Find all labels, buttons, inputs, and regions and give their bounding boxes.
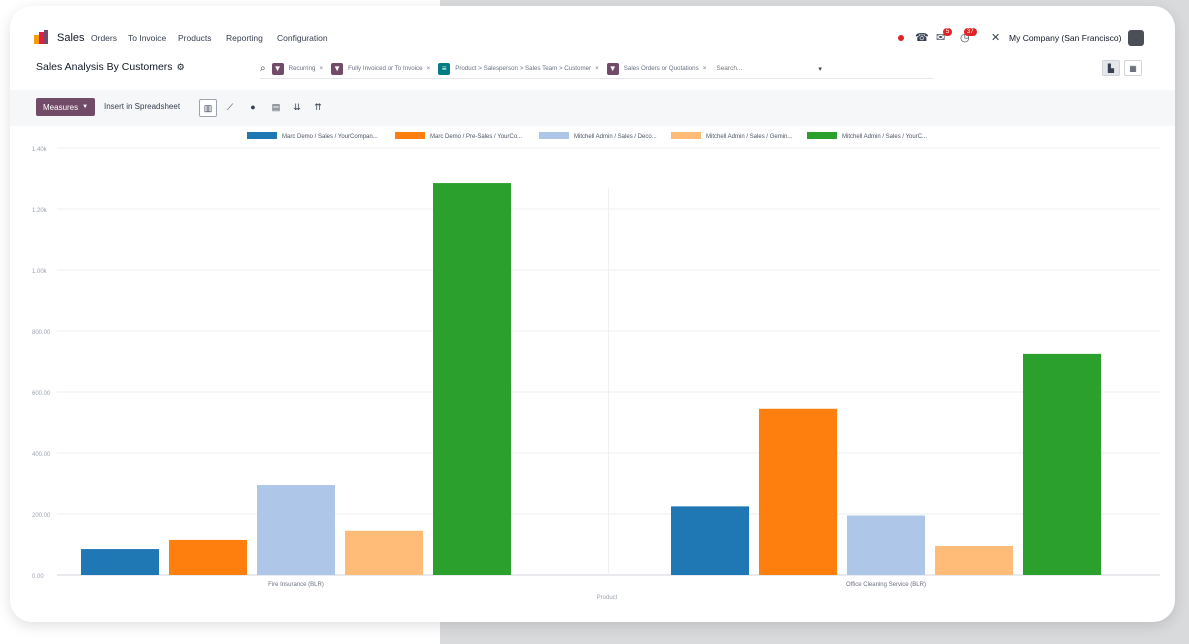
- app-window: Sales Orders To Invoice Products Reporti…: [10, 6, 1175, 622]
- y-tick-label: 200.00: [32, 513, 51, 519]
- app-logo[interactable]: [34, 30, 48, 44]
- facet-groupby[interactable]: ≡ Product > Salesperson > Sales Team > C…: [438, 62, 599, 75]
- remove-facet-icon[interactable]: ×: [595, 65, 599, 72]
- stacked-icon: ▤: [271, 101, 281, 112]
- facet-label: Sales Orders or Quotations: [623, 65, 699, 72]
- legend-swatch: [247, 132, 277, 139]
- user-avatar[interactable]: [1128, 30, 1144, 46]
- y-tick-label: 0.00: [32, 574, 44, 580]
- legend-swatch: [539, 132, 569, 139]
- facet-label: Recurring: [288, 65, 316, 72]
- company-switcher[interactable]: My Company (San Francisco): [1009, 33, 1121, 43]
- filter-icon: ▼: [606, 62, 619, 75]
- tools-icon[interactable]: ✕: [991, 32, 1000, 44]
- view-title-container: Sales Analysis By Customers ⚙: [36, 61, 185, 73]
- search-input[interactable]: [714, 64, 789, 73]
- y-tick-label: 1.20k: [32, 208, 48, 214]
- menu-products[interactable]: Products: [178, 33, 212, 43]
- legend-label: Mitchell Admin / Sales / Gemin...: [706, 134, 793, 140]
- search-bar[interactable]: ⌕ ▼ Recurring × ▼ Fully Invoiced or To In…: [260, 59, 934, 79]
- y-tick-label: 800.00: [32, 330, 51, 336]
- app-name[interactable]: Sales: [57, 32, 85, 44]
- facet-invoiced[interactable]: ▼ Fully Invoiced or To Invoice ×: [331, 62, 431, 75]
- remove-facet-icon[interactable]: ×: [319, 65, 323, 72]
- bar-chart-icon: ▙: [1107, 63, 1115, 73]
- bar-2-2: [759, 408, 837, 575]
- insert-spreadsheet-button[interactable]: Insert in Spreadsheet: [104, 102, 180, 111]
- legend-swatch: [807, 132, 837, 139]
- legend-swatch: [395, 132, 425, 139]
- filter-icon: ▼: [331, 62, 344, 75]
- chart-area: 0.00 200.00 400.00 600.00 800.00 1.00k 1.20k 1.…: [10, 126, 1175, 622]
- y-tick-label: 600.00: [32, 391, 51, 397]
- facet-label: Product > Salesperson > Sales Team > Cus…: [455, 65, 592, 72]
- bar-1-2: [671, 506, 749, 575]
- activity-badge: 37: [963, 27, 977, 36]
- remove-facet-icon[interactable]: ×: [427, 65, 431, 72]
- facet-recurring[interactable]: ▼ Recurring ×: [271, 62, 323, 75]
- y-tick-label: 1.00k: [32, 269, 48, 275]
- sort-descending-button[interactable]: ⇊: [289, 99, 305, 115]
- table-icon: ▦: [1129, 63, 1137, 73]
- measures-button[interactable]: Measures ▼: [36, 98, 96, 116]
- y-tick-label: 400.00: [32, 452, 51, 458]
- messaging-icon[interactable]: ✉ 5: [936, 27, 953, 44]
- sort-ascending-button[interactable]: ⇈: [310, 99, 326, 115]
- menu-to-invoice[interactable]: To Invoice: [128, 33, 166, 43]
- pie-chart-button[interactable]: ●: [245, 99, 261, 115]
- facet-label: Fully Invoiced or To Invoice: [348, 65, 423, 72]
- gear-icon[interactable]: ⚙: [177, 62, 185, 73]
- menu-orders[interactable]: Orders: [91, 33, 117, 43]
- page-title: Sales Analysis By Customers: [36, 61, 173, 73]
- pivot-view-button[interactable]: ▦: [1124, 60, 1142, 76]
- legend-label: Marc Demo / Sales / YourCompan...: [282, 134, 378, 140]
- bar-5-1: [433, 183, 511, 575]
- bar-1-1: [81, 549, 159, 575]
- groupby-icon: ≡: [438, 62, 451, 75]
- stacked-button[interactable]: ▤: [268, 99, 284, 115]
- view-switcher: ▙ ▦: [1102, 60, 1142, 76]
- bar-2-1: [169, 539, 247, 575]
- bar-chart-button[interactable]: ▥: [199, 99, 217, 117]
- graph-view-button[interactable]: ▙: [1102, 60, 1120, 76]
- line-chart-icon: ⟋: [226, 101, 234, 112]
- legend-label: Mitchell Admin / Sales / YourC...: [842, 134, 927, 140]
- bar-4-1: [345, 530, 423, 575]
- pie-chart-icon: ●: [250, 102, 256, 112]
- remove-facet-icon[interactable]: ×: [703, 65, 707, 72]
- graph-toolbar: Measures ▼ Insert in Spreadsheet ▥ ⟋ ● ▤ …: [10, 90, 1175, 126]
- filter-icon: ▼: [271, 62, 284, 75]
- menu-configuration[interactable]: Configuration: [277, 33, 328, 43]
- bar-chart: 0.00 200.00 400.00 600.00 800.00 1.00k 1.20k 1.…: [32, 132, 1160, 601]
- menu-reporting[interactable]: Reporting: [226, 33, 263, 43]
- search-icon[interactable]: ⌕: [260, 63, 266, 74]
- phone-icon[interactable]: ☎: [915, 32, 929, 44]
- line-chart-button[interactable]: ⟋: [222, 99, 238, 115]
- activity-clock-icon[interactable]: ◷ 37: [960, 27, 977, 44]
- status-dot-icon: [898, 35, 904, 41]
- facet-orders[interactable]: ▼ Sales Orders or Quotations ×: [606, 62, 707, 75]
- search-options-toggle[interactable]: ▾: [818, 65, 822, 73]
- bar-chart-icon: ▥: [203, 102, 213, 113]
- x-tick-label: Fire Insurance (BLR): [268, 582, 324, 588]
- y-tick-label: 1.40k: [32, 147, 48, 153]
- sort-ascending-icon: ⇈: [314, 101, 322, 112]
- bar-3-2: [847, 515, 925, 575]
- bar-4-2: [935, 546, 1013, 575]
- sort-descending-icon: ⇊: [293, 101, 301, 112]
- bar-5-2: [1023, 353, 1101, 575]
- legend-label: Mitchell Admin / Sales / Deco...: [574, 134, 657, 140]
- x-axis-label: Product: [597, 595, 618, 601]
- x-tick-label: Office Cleaning Service (BLR): [846, 582, 926, 588]
- chevron-down-icon: ▼: [82, 104, 89, 110]
- legend-swatch: [671, 132, 701, 139]
- legend-label: Marc Demo / Pre-Sales / YourCo...: [430, 134, 522, 140]
- messages-badge: 5: [942, 27, 953, 36]
- bar-3-1: [257, 485, 335, 575]
- measures-label: Measures: [43, 102, 79, 112]
